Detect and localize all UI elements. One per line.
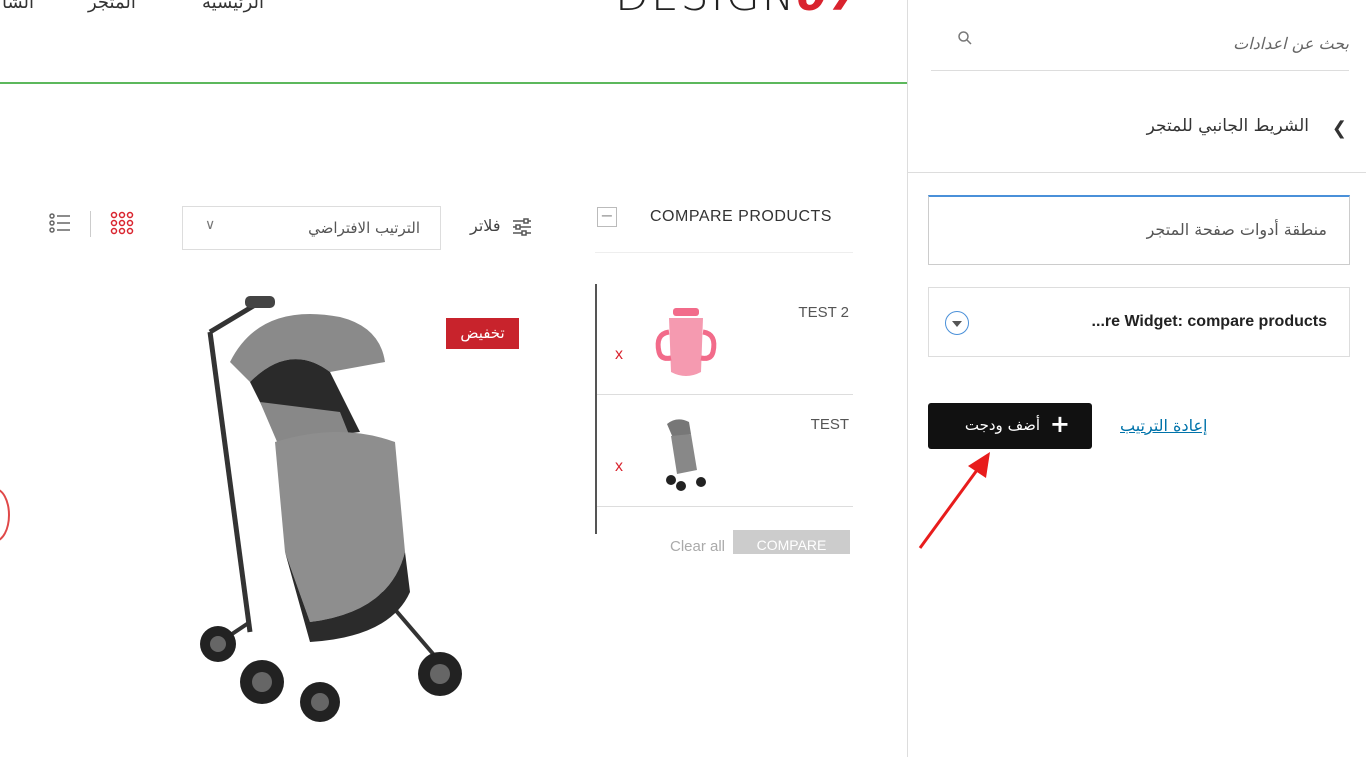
sliders-icon (512, 217, 531, 236)
clear-all-link[interactable]: Clear all (670, 538, 725, 554)
compare-list: x TEST 2 x TEST (595, 284, 855, 534)
compare-item-name[interactable]: TEST (811, 416, 849, 433)
compare-item-name[interactable]: TEST 2 (798, 304, 849, 321)
panel-divider (908, 172, 1366, 173)
remove-item-icon[interactable]: x (615, 346, 623, 364)
list-view-icon[interactable] (48, 211, 72, 235)
view-divider (90, 211, 91, 237)
stroller-thumbnail[interactable] (647, 414, 727, 494)
expand-toggle-icon[interactable] (945, 311, 969, 335)
sippy-cup-thumbnail[interactable] (647, 302, 727, 382)
compare-button[interactable]: COMPARE (733, 530, 850, 554)
plus-icon: + (1049, 410, 1070, 438)
widget-area-title[interactable]: منطقة أدوات صفحة المتجر (928, 195, 1350, 265)
customizer-panel: بحث عن اعدادات ❮ الشريط الجانبي للمتجر م… (907, 0, 1366, 757)
compare-title: COMPARE PRODUCTS (650, 208, 832, 225)
breadcrumb[interactable]: ❮ الشريط الجانبي للمتجر (1146, 116, 1347, 139)
stroller-product-image[interactable] (190, 292, 470, 732)
widget-item-compare-products[interactable]: ...re Widget: compare products (928, 287, 1350, 357)
widget-area-label: منطقة أدوات صفحة المتجر (1146, 220, 1327, 239)
compare-divider (595, 252, 853, 253)
sale-badge: تخفيض (446, 318, 519, 349)
compare-item: x TEST 2 (597, 284, 853, 395)
nav-item-shop[interactable]: المتجر (88, 0, 136, 13)
annotation-arrow-icon (918, 452, 990, 549)
partial-circle-button[interactable] (0, 488, 10, 542)
sort-selected-value: الترتيب الافتراضي (308, 219, 420, 237)
add-widget-button[interactable]: + أضف ودجت (928, 403, 1092, 449)
remove-item-icon[interactable]: x (615, 458, 623, 476)
search-placeholder: بحث عن اعدادات (1233, 34, 1349, 53)
search-icon (958, 31, 972, 45)
collapse-minus-icon[interactable]: − (597, 207, 617, 227)
compare-products-widget: − COMPARE PRODUCTS x TEST 2 x TEST Clear… (595, 200, 853, 560)
widget-item-label: ...re Widget: compare products (1091, 313, 1327, 330)
site-preview: الشا المتجر الرئيسية DESIGN07 ∨ الترتيب … (0, 0, 907, 757)
reorder-link[interactable]: إعادة الترتيب (1120, 416, 1207, 435)
chevron-down-icon: ∨ (205, 217, 216, 233)
filter-label: فلاتر (470, 216, 501, 235)
logo-text: DESIGN (615, 0, 797, 21)
logo-accent: 07 (797, 0, 862, 21)
compare-item: x TEST (597, 396, 853, 507)
breadcrumb-title: الشريط الجانبي للمتجر (1146, 116, 1309, 136)
add-widget-label: أضف ودجت (964, 416, 1040, 434)
site-header: الشا المتجر الرئيسية DESIGN07 (0, 0, 907, 84)
compare-footer: Clear all COMPARE (655, 530, 853, 554)
sort-dropdown[interactable]: ∨ الترتيب الافتراضي (182, 206, 441, 250)
site-logo[interactable]: DESIGN07 (615, 0, 862, 21)
filter-button[interactable]: فلاتر (470, 216, 532, 236)
grid-view-icon[interactable] (110, 211, 134, 235)
nav-item-more[interactable]: الشا (2, 0, 34, 13)
chevron-right-icon[interactable]: ❮ (1332, 118, 1347, 139)
nav-item-home[interactable]: الرئيسية (202, 0, 264, 13)
settings-search[interactable]: بحث عن اعدادات (931, 10, 1349, 71)
